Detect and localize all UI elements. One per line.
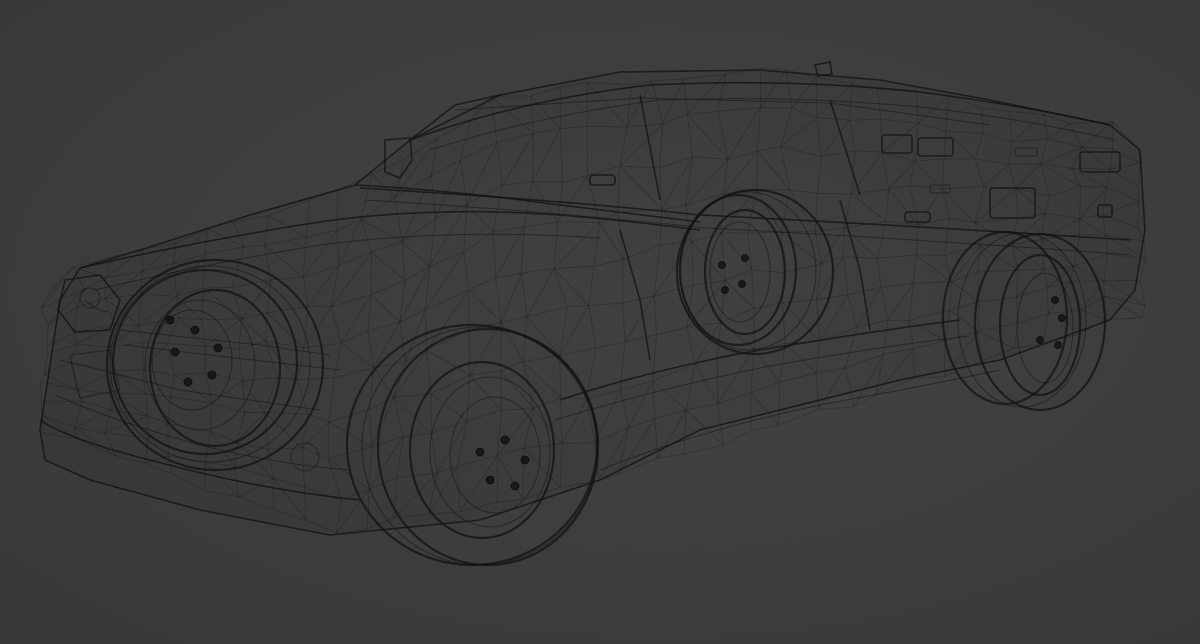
mesh-edge — [1141, 305, 1146, 318]
mesh-edge — [657, 453, 684, 459]
mesh-edge — [40, 308, 49, 325]
car-wireframe-model[interactable] — [0, 0, 1200, 644]
mesh-edge — [683, 444, 724, 455]
mesh-edge — [716, 357, 719, 404]
mesh-edge — [1139, 280, 1146, 306]
mesh-edge — [1144, 241, 1147, 259]
mesh-edge — [913, 348, 915, 379]
mesh-edge — [46, 345, 48, 354]
mesh-edge — [40, 373, 45, 382]
mesh-edge — [40, 401, 43, 416]
3d-viewport[interactable] — [0, 0, 1200, 644]
mesh-edge — [1103, 280, 1105, 297]
mesh-edge — [40, 290, 51, 309]
mesh-edge — [46, 324, 49, 346]
mesh-edge — [778, 409, 819, 426]
mesh-edge — [723, 429, 752, 446]
mesh-edge — [1139, 258, 1147, 281]
mesh-edge — [44, 353, 48, 374]
mesh-edge — [760, 67, 786, 70]
mesh-edge — [751, 424, 779, 431]
mesh-edge — [818, 406, 855, 410]
